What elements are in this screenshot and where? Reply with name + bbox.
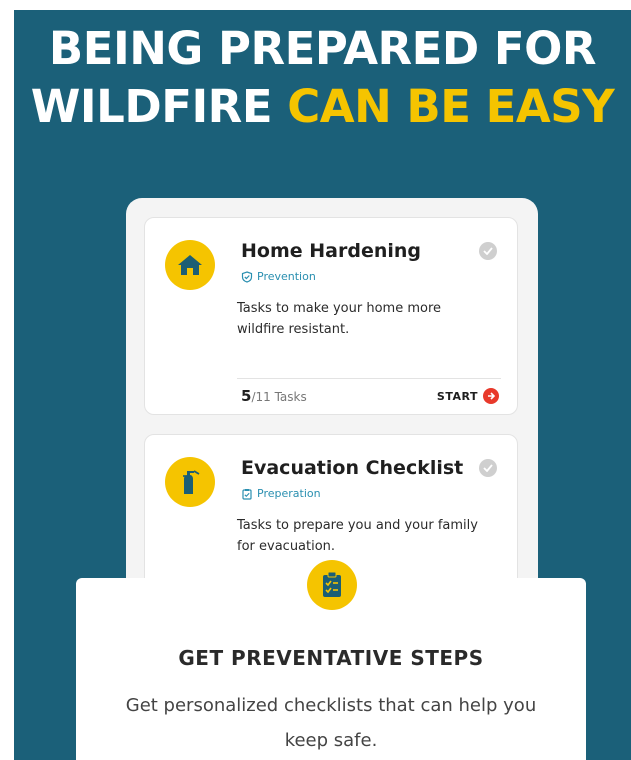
task-description: Tasks to prepare you and your family for… [237,518,478,554]
phone-screen: Home Hardening Prevention Tasks to make … [126,198,538,644]
category-tag: Preperation [241,487,321,500]
task-card-home-hardening[interactable]: Home Hardening Prevention Tasks to make … [144,217,518,415]
category-tag: Prevention [241,270,316,283]
task-title: Home Hardening [241,240,421,262]
task-title: Evacuation Checklist [241,457,464,479]
fire-extinguisher-icon [165,457,215,507]
category-label: Prevention [257,270,316,283]
shield-check-icon [241,270,253,283]
category-label: Preperation [257,487,321,500]
task-description: Tasks to make your home more wildfire re… [237,301,441,337]
clipboard-icon [242,488,252,500]
start-label: START [436,389,478,403]
headline: BEING PREPARED FOR WILDFIRE CAN BE EASY [14,20,631,136]
start-button[interactable]: START [437,388,499,404]
check-icon[interactable] [479,242,497,260]
divider [237,378,501,379]
task-progress: 5/11 Tasks [241,387,307,405]
feature-description: Get personalized checklists that can hel… [125,695,537,751]
hero-panel: BEING PREPARED FOR WILDFIRE CAN BE EASY … [14,10,631,760]
headline-white-text: WILDFIRE [30,80,288,133]
feature-title: GET PREVENTATIVE STEPS [178,646,484,670]
clipboard-check-icon [307,560,357,610]
task-total: /11 Tasks [251,390,307,404]
house-icon [165,240,215,290]
headline-line-1: BEING PREPARED FOR [48,22,597,75]
arrow-right-icon [483,388,499,404]
check-icon[interactable] [479,459,497,477]
headline-line-2: WILDFIRE CAN BE EASY [14,78,631,136]
completed-count: 5 [241,387,252,405]
headline-accent-text: CAN BE EASY [287,80,615,133]
